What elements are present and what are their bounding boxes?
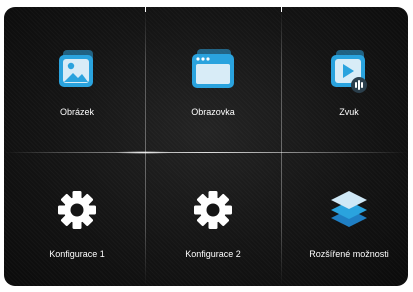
gear-icon — [194, 191, 232, 229]
osd-menu-screen: Obrázek Obrazovka Zvuk Konfigurace 1 Kon… — [4, 7, 408, 286]
divider-tick-left — [145, 7, 146, 12]
menu-item-audio[interactable]: Zvuk — [282, 13, 408, 151]
menu-item-configuration-2[interactable]: Konfigurace 2 — [146, 149, 280, 286]
menu-item-label: Obrazovka — [191, 107, 235, 117]
menu-item-label: Rozšířené možnosti — [309, 249, 389, 259]
menu-item-label: Zvuk — [339, 107, 359, 117]
audio-play-icon — [331, 50, 367, 93]
menu-item-label: Konfigurace 1 — [49, 249, 105, 259]
menu-item-advanced-options[interactable]: Rozšířené možnosti — [282, 149, 408, 286]
menu-item-label: Obrázek — [59, 107, 94, 117]
menu-item-screen[interactable]: Obrazovka — [146, 13, 280, 151]
layers-icon — [331, 191, 367, 227]
menu-item-label: Konfigurace 2 — [185, 249, 241, 259]
menu-item-configuration-1[interactable]: Konfigurace 1 — [10, 149, 144, 286]
menu-item-picture[interactable]: Obrázek — [10, 13, 144, 151]
image-icon — [59, 50, 93, 87]
gear-icon — [58, 191, 96, 229]
divider-tick-right — [281, 7, 282, 12]
screen-window-icon — [192, 49, 234, 88]
